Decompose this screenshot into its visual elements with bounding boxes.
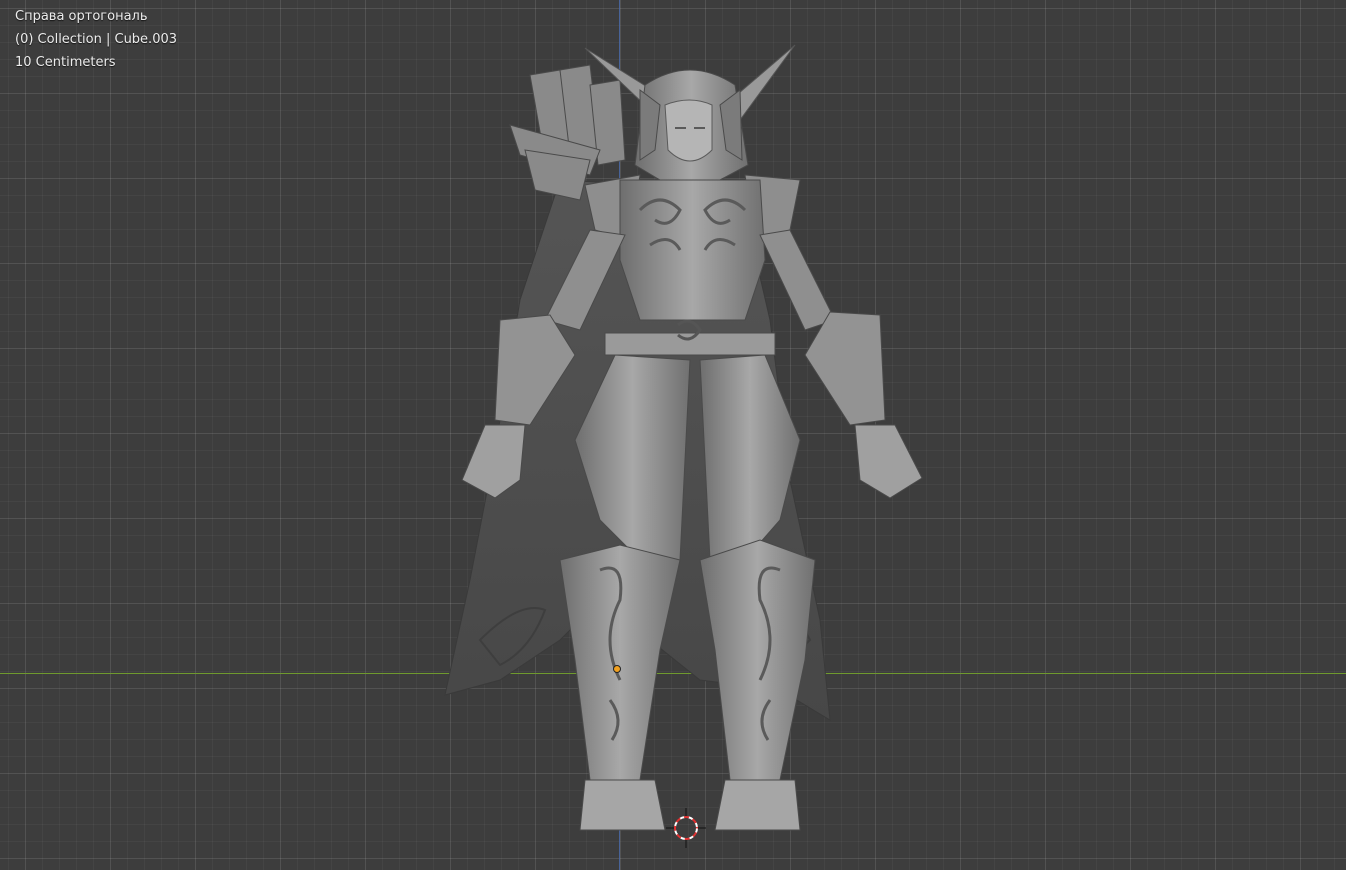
character-model[interactable] <box>0 0 1346 870</box>
3d-viewport[interactable]: Справа ортогональ (0) Collection | Cube.… <box>0 0 1346 870</box>
right-greave <box>699 539 816 781</box>
3d-cursor-icon[interactable] <box>666 808 706 848</box>
viewport-info-overlay: Справа ортогональ (0) Collection | Cube.… <box>15 5 177 74</box>
right-upper-arm <box>759 229 836 331</box>
face <box>664 99 713 162</box>
view-name-label: Справа ортогональ <box>15 9 148 24</box>
left-boot <box>579 779 666 831</box>
belt <box>604 332 776 356</box>
right-hand <box>854 424 923 499</box>
collection-info-label: (0) Collection | Cube.003 <box>15 32 178 47</box>
quiver <box>509 64 626 201</box>
right-bracer <box>804 311 886 426</box>
right-boot <box>714 779 801 831</box>
object-origin-icon <box>613 665 621 673</box>
grid-scale-label: 10 Centimeters <box>15 55 116 70</box>
torso-armor <box>619 179 766 321</box>
